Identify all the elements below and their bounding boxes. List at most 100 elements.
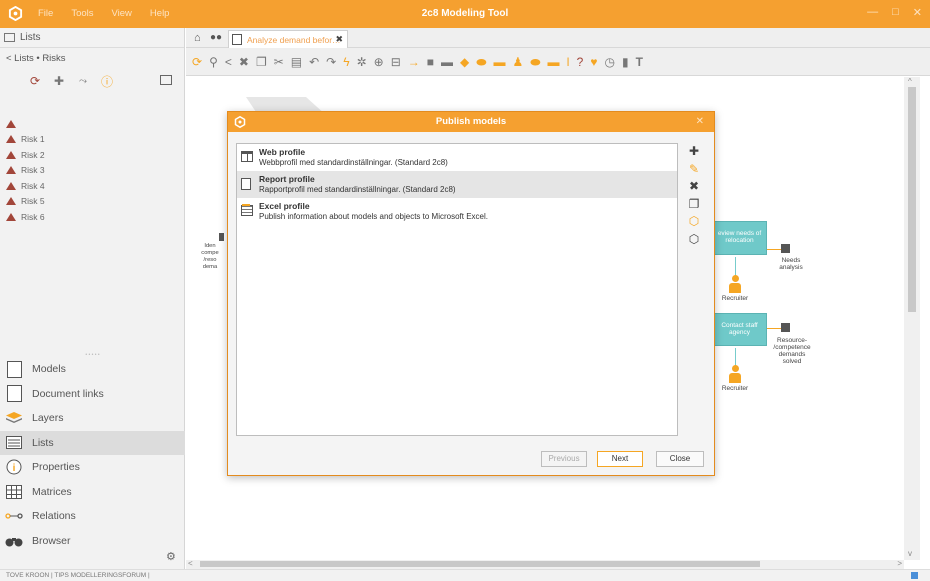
close-tab-icon[interactable]: ✖ xyxy=(335,34,343,45)
lightning-icon[interactable]: ϟ xyxy=(343,56,349,68)
close-button[interactable]: Close xyxy=(656,451,704,467)
vertical-scrollbar[interactable]: ^ v xyxy=(904,77,920,560)
refresh-icon[interactable]: ⟳ xyxy=(28,74,42,88)
delete-profile-icon[interactable]: ✖ xyxy=(684,178,704,196)
binoculars-icon xyxy=(4,532,24,550)
nav-item-document-links[interactable]: Document links xyxy=(0,382,185,407)
nav-item-lists[interactable]: Lists xyxy=(0,430,185,455)
profile-tools: ✚ ✎ ✖ ❐ ⬡ ⬡ xyxy=(684,143,704,248)
line-shape-icon[interactable]: ǀ xyxy=(567,56,570,68)
scroll-left-icon[interactable]: < xyxy=(188,559,193,568)
import-package-icon[interactable]: ⬡ xyxy=(684,231,704,249)
binoculars-icon[interactable]: ●● xyxy=(210,32,222,43)
note-shape-icon[interactable]: ▬ xyxy=(548,56,560,68)
edit-pencil-icon[interactable]: ✎ xyxy=(684,161,704,179)
nav-item-matrices[interactable]: Matrices xyxy=(0,480,185,505)
scroll-thumb[interactable] xyxy=(908,87,916,312)
scroll-right-icon[interactable]: > xyxy=(897,559,902,568)
search-icon[interactable]: ⚲ xyxy=(209,56,218,68)
square-shape-icon[interactable]: ■ xyxy=(427,56,434,68)
maximize-button[interactable]: □ xyxy=(892,6,899,19)
add-profile-icon[interactable]: ✚ xyxy=(684,143,704,161)
role-person-icon xyxy=(729,365,741,383)
list-item[interactable]: Risk 2 xyxy=(6,147,45,163)
list-item[interactable]: Risk 3 xyxy=(6,163,45,179)
list-item[interactable]: Risk 6 xyxy=(6,209,45,225)
person-shape-icon[interactable]: ♟ xyxy=(513,56,524,68)
diamond-shape-icon[interactable]: ◆ xyxy=(460,56,469,68)
risk-icon xyxy=(6,181,16,190)
horizontal-scrollbar[interactable]: < > xyxy=(186,559,904,569)
status-bar: TOVE KROON | TIPS MODELLERINGSFORUM | xyxy=(0,569,930,581)
rectangle-shape-icon[interactable]: ▬ xyxy=(494,56,506,68)
profile-list: Web profile Webbprofil med standardinstä… xyxy=(236,143,678,436)
redo-icon[interactable]: ↷ xyxy=(326,56,336,68)
lists-header-label: Lists xyxy=(20,32,41,43)
output-label: Resource- /competence demands solved xyxy=(773,337,811,365)
home-icon[interactable]: ⌂ xyxy=(194,32,201,44)
ellipse-shape-icon[interactable]: ⬬ xyxy=(530,56,540,68)
export-package-icon[interactable]: ⬡ xyxy=(684,213,704,231)
table-icon[interactable]: ⊟ xyxy=(391,56,401,68)
nav-item-properties[interactable]: i Properties xyxy=(0,455,185,480)
nav-item-models[interactable]: Models xyxy=(0,357,185,382)
grid-icon[interactable] xyxy=(911,572,918,579)
scroll-down-icon[interactable]: v xyxy=(908,549,912,558)
list-toolbar: ⟳ ✚ ⤳ ⓘ xyxy=(0,68,184,94)
task-review-needs[interactable]: eview needs of relocation xyxy=(712,221,767,255)
add-icon[interactable]: ✚ xyxy=(52,74,66,88)
layers-icon xyxy=(4,409,24,427)
settings-icon[interactable]: ✲ xyxy=(357,56,367,68)
output-square xyxy=(219,233,224,241)
monitor-icon[interactable] xyxy=(160,75,172,85)
task-contact-staff-agency[interactable]: Contact staff agency xyxy=(712,313,767,346)
nav-item-label: Browser xyxy=(32,534,71,547)
database-icon[interactable]: ▮ xyxy=(622,56,629,68)
zoom-icon[interactable]: ⊕ xyxy=(374,56,384,68)
paste-icon[interactable]: ▤ xyxy=(291,56,302,68)
share-icon[interactable]: < xyxy=(225,56,232,68)
nav-item-relations[interactable]: Relations xyxy=(0,504,185,529)
info-icon[interactable]: ⓘ xyxy=(100,73,114,90)
hexagon-shape-icon[interactable]: ⬬ xyxy=(476,56,486,68)
gear-icon[interactable]: ⚙ xyxy=(166,550,176,563)
bar-shape-icon[interactable]: ▬ xyxy=(441,56,453,68)
relations-icon xyxy=(4,507,24,525)
profile-description: Publish information about models and obj… xyxy=(259,212,489,221)
list-item[interactable]: Risk 1 xyxy=(6,132,45,148)
location-icon[interactable]: ♥ xyxy=(590,56,597,68)
profile-item-web[interactable]: Web profile Webbprofil med standardinstä… xyxy=(237,144,677,171)
window-controls: — □ ✕ xyxy=(867,6,922,19)
tab-analyze-demand[interactable]: Analyze demand befor… ✖ xyxy=(228,30,348,48)
text-tool-icon[interactable]: T xyxy=(636,56,643,68)
profile-item-excel[interactable]: Excel profile Publish information about … xyxy=(237,198,677,225)
minimize-button[interactable]: — xyxy=(867,6,878,19)
nav-item-label: Matrices xyxy=(32,485,72,498)
copy-profile-icon[interactable]: ❐ xyxy=(684,196,704,214)
role-person-icon xyxy=(729,275,741,293)
list-item[interactable]: Risk 4 xyxy=(6,178,45,194)
undo-icon[interactable]: ↶ xyxy=(309,56,319,68)
risk-group-header[interactable] xyxy=(6,116,45,132)
cut-icon[interactable]: ✂ xyxy=(274,56,284,68)
next-button[interactable]: Next xyxy=(597,451,643,467)
nav-item-layers[interactable]: Layers xyxy=(0,406,185,431)
delete-icon[interactable]: ✖ xyxy=(239,56,249,68)
nav-item-browser[interactable]: Browser xyxy=(0,529,185,554)
scroll-thumb[interactable] xyxy=(200,561,760,567)
list-item[interactable]: Risk 5 xyxy=(6,194,45,210)
refresh-icon[interactable]: ⟳ xyxy=(192,56,202,68)
clock-icon[interactable]: ◷ xyxy=(604,56,614,68)
link-icon[interactable]: ⤳ xyxy=(76,76,90,87)
risk-icon xyxy=(6,197,16,206)
previous-button[interactable]: Previous xyxy=(541,451,587,467)
question-icon[interactable]: ? xyxy=(577,56,584,68)
arrow-icon[interactable]: → xyxy=(408,56,420,68)
scroll-up-icon[interactable]: ^ xyxy=(908,77,912,86)
profile-item-report[interactable]: Report profile Rapportprofil med standar… xyxy=(237,171,677,198)
risk-icon xyxy=(6,119,16,128)
breadcrumb[interactable]: < Lists • Risks xyxy=(0,48,184,68)
copy-icon[interactable]: ❐ xyxy=(256,56,267,68)
dialog-close-icon[interactable]: ✕ xyxy=(696,112,704,132)
close-window-button[interactable]: ✕ xyxy=(913,6,922,19)
